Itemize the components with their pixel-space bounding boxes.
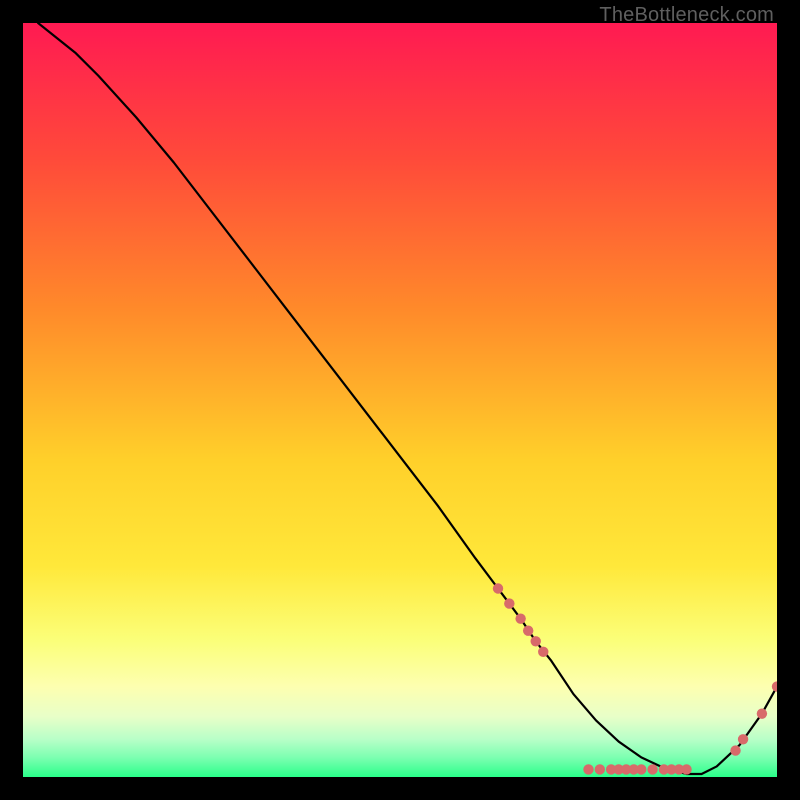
data-marker <box>515 613 525 623</box>
data-marker <box>738 734 748 744</box>
data-marker <box>595 764 605 774</box>
data-marker <box>504 598 514 608</box>
data-marker <box>538 647 548 657</box>
data-marker <box>757 708 767 718</box>
attribution-text: TheBottleneck.com <box>599 4 774 27</box>
data-marker <box>493 583 503 593</box>
data-marker <box>636 764 646 774</box>
chart-stage: TheBottleneck.com <box>0 0 800 800</box>
data-marker <box>730 745 740 755</box>
data-marker <box>647 764 657 774</box>
data-marker <box>681 764 691 774</box>
plot-area <box>23 23 777 777</box>
data-marker <box>583 764 593 774</box>
data-marker <box>523 626 533 636</box>
data-marker <box>772 681 777 691</box>
data-marker <box>531 636 541 646</box>
chart-overlay <box>23 23 777 777</box>
bottleneck-curve <box>38 23 777 774</box>
